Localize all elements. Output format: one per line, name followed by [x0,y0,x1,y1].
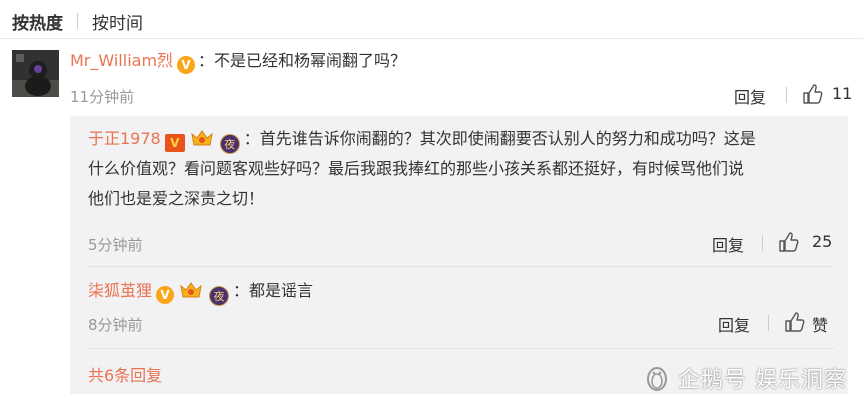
sort-divider [77,13,78,29]
reply-button[interactable]: 回复 [734,84,766,108]
avatar[interactable] [12,50,59,97]
reply-time: 8分钟前 [88,316,143,334]
header-divider [0,38,863,39]
reply-time: 5分钟前 [88,236,143,254]
reply-button[interactable]: 回复 [712,232,744,256]
reply-button[interactable]: 回复 [718,312,750,336]
crown-badge-icon [191,130,213,146]
penguin-logo-icon [647,367,667,391]
reply-text-line: ：首先谁告诉你闹翻的？其次即使闹翻要否认别人的努力和成功吗？这是 [243,129,756,148]
reply-divider [88,348,834,349]
action-divider [786,87,787,103]
comment-text: ：不是已经和杨幂闹翻了吗？ [198,51,407,70]
reply-text-line: 什么价值观？看问题客观些好吗？最后我跟我捧红的那些小孩关系都还挺好，有时候骂他们… [88,159,745,178]
sort-by-time-tab[interactable]: 按时间 [92,9,143,34]
comment-username[interactable]: Mr_William烈 [70,51,173,70]
reply-divider [88,266,834,267]
sort-by-hot-tab[interactable]: 按热度 [12,9,63,34]
night-badge-icon: 夜 [219,134,240,154]
reply-text: ：都是谣言 [233,281,314,300]
reply-username[interactable]: 于正1978 [88,129,161,148]
thumbs-up-icon[interactable] [778,231,800,253]
reply-item: 柒狐茧狸 V 夜：都是谣言 [88,276,313,306]
like-count: 11 [832,84,853,103]
action-divider [768,315,769,331]
night-badge-icon: 夜 [209,286,230,306]
more-replies-link[interactable]: 共6条回复 [88,362,162,386]
verified-v-icon: V [156,286,175,304]
reply-username[interactable]: 柒狐茧狸 [88,281,152,300]
sort-bar: 按热度 按时间 [12,8,143,34]
watermark: 企鹅号 娱乐洞察 [644,362,847,394]
like-count[interactable]: 赞 [812,312,828,336]
thumbs-up-icon[interactable] [802,83,824,105]
crown-badge-icon [180,282,202,298]
like-count: 25 [812,232,833,251]
reply-item: 于正1978 V 夜：首先谁告诉你闹翻的？其次即使闹翻要否认别人的努力和成功吗？这是… [88,124,840,214]
thumbs-up-icon[interactable] [784,311,806,333]
main-comment: Mr_William烈 V ：不是已经和杨幂闹翻了吗？ [70,48,406,74]
watermark-text: 企鹅号 娱乐洞察 [678,368,847,393]
action-divider [762,235,763,251]
verified-v-icon: V [177,56,196,74]
replies-panel: 于正1978 V 夜：首先谁告诉你闹翻的？其次即使闹翻要否认别人的努力和成功吗？这是… [70,116,848,394]
reply-text-line: 他们也是爱之深责之切！ [88,189,265,208]
verified-v-badge-icon: V [164,134,185,152]
comment-time: 11分钟前 [70,88,135,106]
